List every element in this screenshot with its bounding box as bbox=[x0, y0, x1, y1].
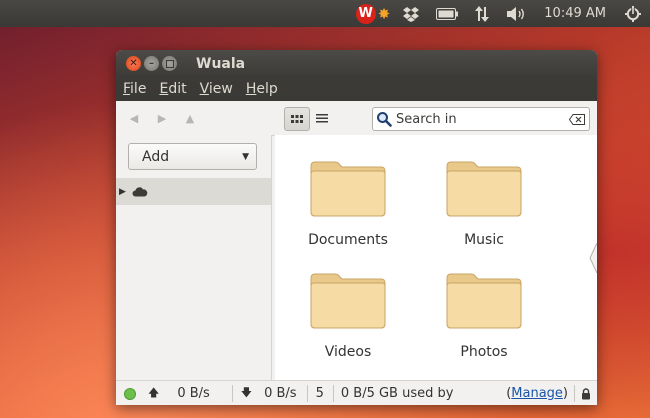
grid-icon bbox=[291, 114, 303, 123]
divider bbox=[231, 385, 233, 402]
minimize-icon: – bbox=[149, 58, 154, 69]
manage-link-wrapper: (Manage) bbox=[506, 386, 568, 401]
tree-row-cloud[interactable]: ▶ bbox=[116, 178, 271, 205]
list-view-button[interactable] bbox=[310, 107, 334, 129]
list-icon bbox=[316, 113, 328, 122]
wuala-window: ✕ – Wuala File Edit View Help ◀ ▶ ▲ Sear… bbox=[116, 50, 597, 405]
folder-icon bbox=[310, 273, 386, 329]
menu-view[interactable]: View bbox=[200, 81, 233, 97]
sunburst-tray-item[interactable]: ✸ bbox=[378, 0, 395, 27]
search-label: Search in bbox=[396, 111, 457, 127]
sunburst-icon: ✸ bbox=[377, 4, 391, 23]
back-button[interactable]: ◀ bbox=[120, 112, 148, 125]
wuala-tray-icon: W bbox=[355, 3, 376, 24]
search-input[interactable]: Search in bbox=[372, 107, 590, 131]
maximize-icon bbox=[165, 59, 174, 68]
window-title: Wuala bbox=[196, 55, 246, 72]
dropdown-caret-icon: ▼ bbox=[242, 151, 249, 162]
menu-help[interactable]: Help bbox=[246, 81, 278, 97]
close-icon: ✕ bbox=[129, 58, 138, 69]
folder-item[interactable]: Documents bbox=[293, 160, 403, 248]
folder-icon bbox=[446, 273, 522, 329]
dropbox-tray-item[interactable] bbox=[394, 0, 428, 27]
menu-edit[interactable]: Edit bbox=[159, 81, 186, 97]
forward-button[interactable]: ▶ bbox=[148, 112, 176, 125]
toolbar: ◀ ▶ ▲ Search in bbox=[116, 101, 597, 136]
expander-arrow-icon[interactable]: ▶ bbox=[119, 187, 126, 197]
divider bbox=[574, 385, 575, 402]
icon-view-button[interactable] bbox=[284, 107, 310, 131]
add-label: Add bbox=[142, 148, 170, 165]
folder-name: Photos bbox=[460, 344, 508, 360]
storage-usage: 0 B/5 GB used by bbox=[340, 386, 454, 401]
maximize-button[interactable] bbox=[162, 56, 177, 71]
download-arrow-icon: 🡇 bbox=[240, 386, 253, 399]
battery-tray-item[interactable] bbox=[428, 0, 466, 27]
manage-link[interactable]: Manage bbox=[511, 386, 563, 401]
view-mode-group bbox=[284, 107, 334, 131]
menu-bar: File Edit View Help bbox=[116, 77, 597, 101]
folder-item[interactable]: Photos bbox=[429, 272, 539, 360]
dropbox-icon bbox=[403, 6, 420, 22]
divider bbox=[306, 385, 308, 402]
folder-icon bbox=[310, 161, 386, 217]
menu-file[interactable]: File bbox=[123, 81, 146, 97]
gear-power-icon bbox=[625, 5, 641, 22]
transfer-count: 5 bbox=[315, 386, 324, 401]
network-tray-item[interactable] bbox=[466, 0, 498, 27]
search-icon bbox=[377, 112, 392, 127]
top-panel: W ✸ 10:49 AM bbox=[0, 0, 650, 27]
cloud-icon bbox=[132, 187, 148, 197]
add-dropdown-button[interactable]: Add ▼ bbox=[128, 143, 257, 170]
folder-name: Documents bbox=[308, 232, 388, 248]
sidebar: Add ▼ ▶ bbox=[116, 135, 272, 380]
clock[interactable]: 10:49 AM bbox=[534, 6, 616, 21]
folder-icon bbox=[446, 161, 522, 217]
folder-name: Music bbox=[464, 232, 504, 248]
connection-status-icon bbox=[124, 387, 136, 400]
upload-arrow-icon: 🡅 bbox=[148, 386, 160, 399]
volume-icon bbox=[507, 6, 525, 21]
file-area: Documents Music Videos Photos bbox=[275, 135, 597, 380]
minimize-button[interactable]: – bbox=[144, 56, 159, 71]
download-rate: 0 B/s bbox=[264, 386, 297, 401]
session-menu[interactable] bbox=[616, 0, 650, 27]
folder-item[interactable]: Music bbox=[429, 160, 539, 248]
close-button[interactable]: ✕ bbox=[126, 56, 141, 71]
lock-icon[interactable] bbox=[581, 387, 591, 400]
divider bbox=[332, 385, 334, 402]
volume-tray-item[interactable] bbox=[498, 0, 534, 27]
folder-item[interactable]: Videos bbox=[293, 272, 403, 360]
up-button[interactable]: ▲ bbox=[176, 112, 204, 125]
status-bar: 🡅 0 B/s 🡇 0 B/s 5 0 B/5 GB used by (Mana… bbox=[116, 380, 597, 405]
upload-rate: 0 B/s bbox=[177, 386, 210, 401]
folder-name: Videos bbox=[324, 344, 372, 360]
title-bar[interactable]: ✕ – Wuala bbox=[116, 50, 597, 77]
battery-icon bbox=[436, 7, 459, 20]
network-arrows-icon bbox=[475, 5, 490, 22]
clear-search-icon[interactable] bbox=[569, 113, 585, 125]
side-panel-handle[interactable] bbox=[589, 243, 597, 273]
